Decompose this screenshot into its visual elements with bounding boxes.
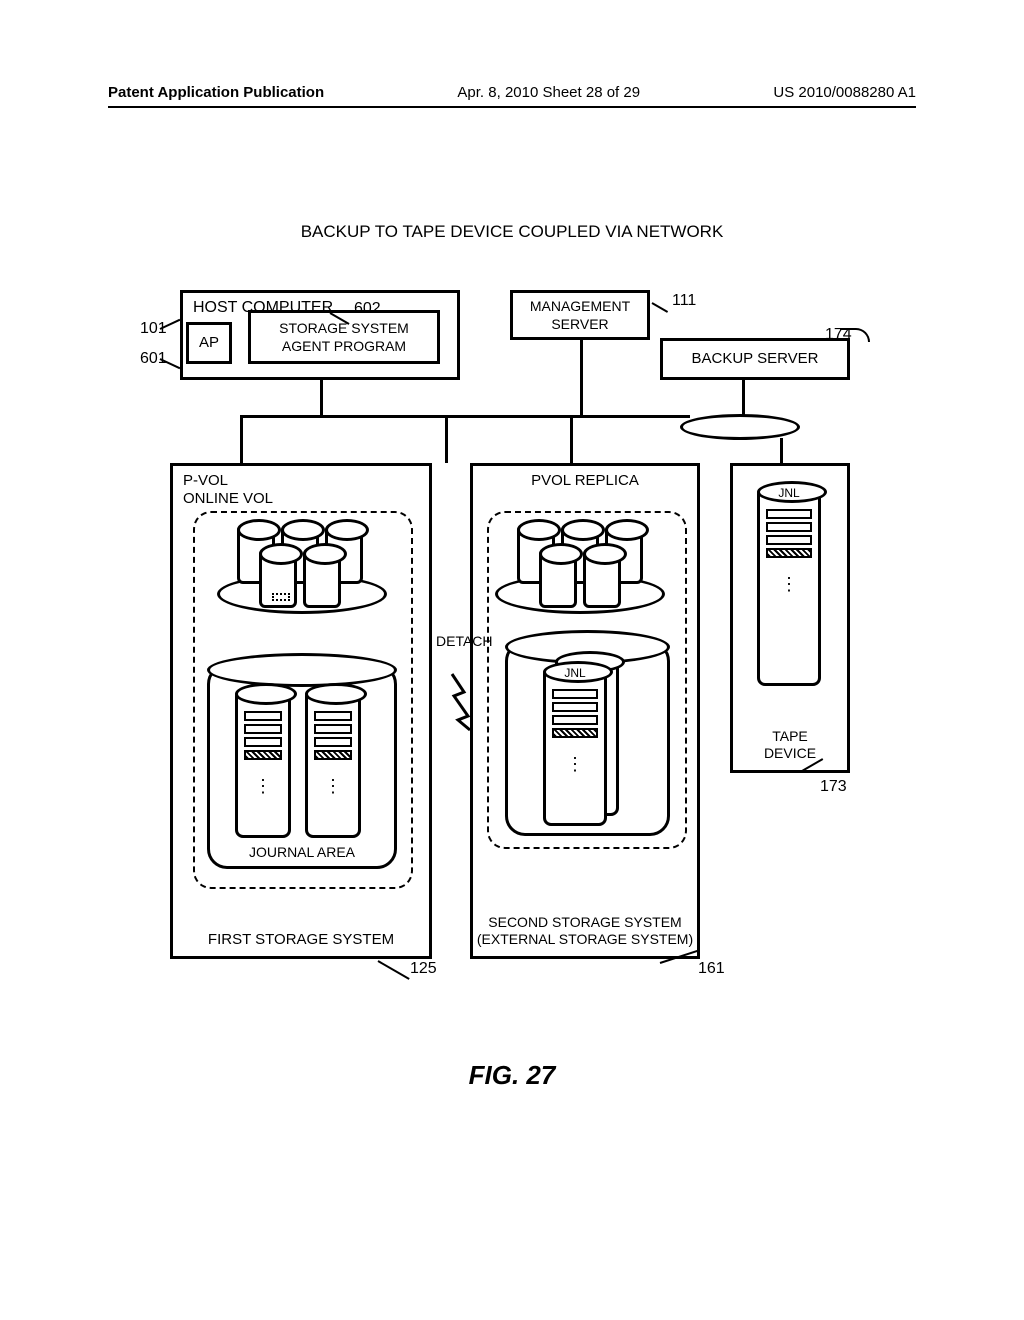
leader-line-icon: [378, 960, 410, 980]
line-sss-b: [570, 415, 573, 463]
header-rule: [108, 106, 916, 108]
jvol-rows-icon: [766, 509, 812, 561]
san-cloud-icon: [680, 414, 800, 440]
header-right: US 2010/0088280 A1: [773, 84, 916, 101]
journal-volume-icon: JNL ⋮: [543, 666, 607, 826]
jvol-rows-icon: [244, 711, 282, 763]
fss-bottom-label: FIRST STORAGE SYSTEM: [173, 931, 429, 948]
backup-server-box: BACKUP SERVER: [660, 338, 850, 380]
header-left: Patent Application Publication: [108, 84, 324, 101]
journal-volume-icon: ⋮: [305, 688, 361, 838]
sss-bottom-l1: SECOND STORAGE SYSTEM: [473, 914, 697, 931]
figure-label: FIG. 27: [0, 1060, 1024, 1091]
vdots-icon: ⋮: [760, 579, 818, 590]
line-mgmt: [580, 340, 583, 417]
jnl-label: JNL: [760, 486, 818, 500]
line-san-tape: [780, 438, 783, 466]
second-storage-system-box: PVOL REPLICA JNL ⋮ SECOND STORAGE SYSTEM…: [470, 463, 700, 959]
tape-l1: TAPE: [733, 728, 847, 745]
jnl-label: JNL: [546, 666, 604, 680]
ref-173: 173: [820, 778, 847, 796]
leader-curve-icon: [840, 328, 870, 342]
jvol-rows-icon: [314, 711, 352, 763]
line-backup-san: [742, 380, 745, 416]
line-host: [320, 380, 323, 415]
tape-journal-icon: JNL ⋮: [757, 486, 821, 686]
sss-bottom-l2: (EXTERNAL STORAGE SYSTEM): [473, 931, 697, 948]
cylinder-icon: [303, 548, 341, 608]
tape-label: TAPE DEVICE: [733, 728, 847, 762]
ref-101: 101: [140, 320, 167, 338]
tape-device-box: JNL ⋮ TAPE DEVICE: [730, 463, 850, 773]
leader-line-icon: [652, 302, 669, 313]
cylinder-icon: [259, 548, 297, 608]
line-sss-a: [445, 415, 448, 463]
ap-box: AP: [186, 322, 232, 364]
header-center: Apr. 8, 2010 Sheet 28 of 29: [457, 84, 640, 101]
cylinder-icon: [539, 548, 577, 608]
ref-161: 161: [698, 960, 725, 978]
storage-agent-box: STORAGE SYSTEM AGENT PROGRAM: [248, 310, 440, 364]
sss-title: PVOL REPLICA: [483, 472, 687, 489]
vdots-icon: ⋮: [238, 781, 288, 792]
diagram: HOST COMPUTER AP STORAGE SYSTEM AGENT PR…: [140, 280, 880, 1000]
jvol-rows-icon: [552, 689, 598, 741]
ref-602: 602: [354, 300, 381, 318]
sss-bottom-label: SECOND STORAGE SYSTEM (EXTERNAL STORAGE …: [473, 914, 697, 948]
first-storage-system-box: P-VOL ONLINE VOL JOURNAL AREA ⋮ ⋮ FIRST …: [170, 463, 432, 959]
slot-icon: [272, 593, 290, 601]
management-server-box: MANAGEMENT SERVER: [510, 290, 650, 340]
mgmt-line1: MANAGEMENT: [513, 297, 647, 315]
tape-l2: DEVICE: [733, 745, 847, 762]
line-fss: [240, 415, 243, 463]
detach-label: DETACH: [436, 633, 493, 649]
page-header: Patent Application Publication Apr. 8, 2…: [108, 84, 916, 101]
journal-area-label: JOURNAL AREA: [210, 844, 394, 860]
vdots-icon: ⋮: [546, 759, 604, 770]
ref-125: 125: [410, 960, 437, 978]
cylinder-icon: [583, 548, 621, 608]
sap-line2: AGENT PROGRAM: [251, 337, 437, 355]
mgmt-line2: SERVER: [513, 315, 647, 333]
ref-111: 111: [672, 292, 696, 310]
journal-volume-icon: ⋮: [235, 688, 291, 838]
fss-title-l2: ONLINE VOL: [183, 490, 419, 508]
line-main: [240, 415, 690, 418]
fss-title: P-VOL ONLINE VOL: [183, 472, 419, 508]
lightning-bolt-icon: [444, 672, 474, 732]
fss-title-l1: P-VOL: [183, 472, 419, 490]
diagram-caption: BACKUP TO TAPE DEVICE COUPLED VIA NETWOR…: [0, 222, 1024, 242]
vdots-icon: ⋮: [308, 781, 358, 792]
